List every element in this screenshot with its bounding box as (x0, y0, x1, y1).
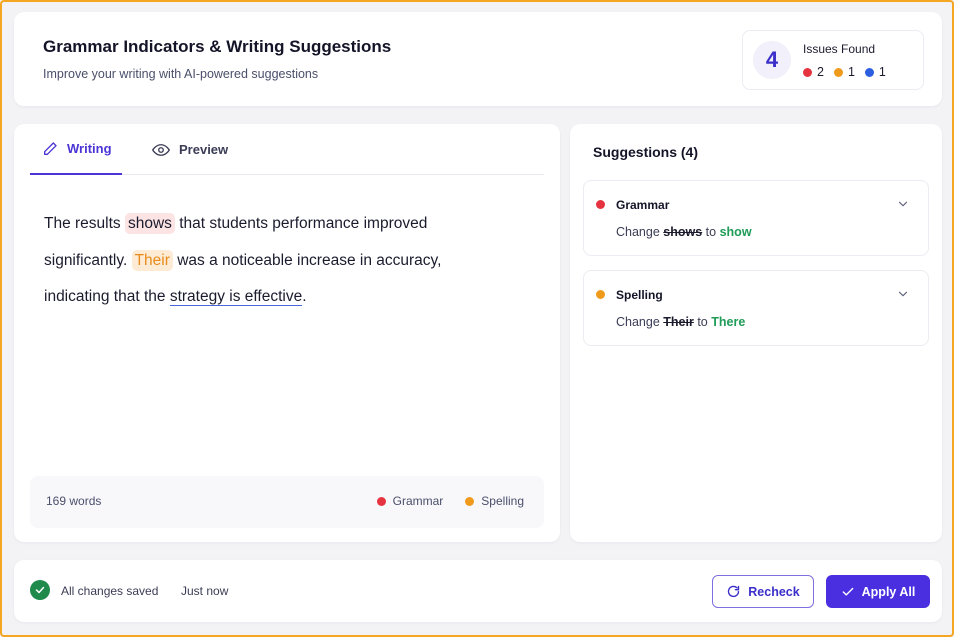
chevron-down-icon[interactable] (896, 197, 910, 211)
recheck-label: Recheck (748, 584, 800, 599)
legend-spelling: Spelling (465, 494, 524, 508)
eye-icon (152, 143, 170, 156)
issues-count: 4 (753, 41, 791, 79)
legend-label: Spelling (481, 494, 524, 508)
text-segment: . (302, 288, 307, 305)
tab-preview-label: Preview (179, 142, 229, 157)
red-dot-icon (376, 496, 386, 506)
old-word: shows (663, 225, 703, 239)
style-suggestion-underline[interactable]: strategy is effective (169, 288, 303, 306)
orange-dot-icon (833, 67, 843, 77)
spelling-error-highlight[interactable]: Their (131, 249, 173, 271)
suggestion-card-spelling[interactable]: Spelling Change Their to There (583, 270, 929, 346)
editor-tabs: Writing Preview (30, 124, 544, 175)
editor-card: Writing Preview The results shows that s… (14, 124, 560, 542)
issue-stat-value: 2 (817, 65, 824, 79)
chevron-down-icon[interactable] (896, 287, 910, 301)
check-circle-icon (30, 580, 50, 600)
issue-stat-value: 1 (847, 65, 855, 79)
suggestion-label: Grammar (616, 198, 670, 212)
legend-label: Grammar (392, 494, 444, 508)
suggestions-panel: Suggestions (4) Grammar Change shows to … (570, 124, 942, 542)
new-word: There (711, 315, 746, 329)
tab-preview[interactable]: Preview (152, 124, 244, 175)
issue-stat-blue: 1 (864, 65, 886, 79)
editor-text[interactable]: The results shows that students performa… (44, 206, 484, 316)
legend-grammar: Grammar (376, 494, 444, 508)
blue-dot-icon (864, 67, 874, 77)
tab-writing[interactable]: Writing (30, 124, 122, 175)
app-frame: Grammar Indicators & Writing Suggestions… (0, 0, 954, 637)
red-dot-icon (803, 67, 812, 77)
issue-stat-orange: 1 (833, 65, 855, 79)
suggestions-title: Suggestions (4) (593, 144, 699, 160)
apply-all-button[interactable]: Apply All (826, 575, 930, 608)
header-card: Grammar Indicators & Writing Suggestions… (14, 12, 942, 106)
orange-dot-icon (596, 290, 605, 299)
tab-writing-label: Writing (67, 141, 112, 156)
change-prefix: Change (616, 225, 660, 239)
editor-footer: 169 words Grammar Spelling (30, 476, 544, 528)
issues-stats: 2 1 1 (803, 65, 886, 79)
refresh-icon (728, 585, 740, 598)
apply-all-label: Apply All (861, 584, 916, 599)
recheck-button[interactable]: Recheck (712, 575, 814, 608)
save-status: All changes saved (61, 584, 159, 598)
issues-label: Issues Found (803, 42, 876, 56)
check-icon (842, 587, 854, 596)
new-word: show (719, 225, 752, 239)
save-timestamp: Just now (181, 584, 229, 598)
pencil-icon (44, 141, 57, 155)
legend: Grammar Spelling (376, 494, 524, 508)
orange-dot-icon (465, 496, 475, 506)
word-count: 169 words (46, 494, 102, 508)
text-segment: The results (44, 215, 125, 232)
suggestion-label: Spelling (616, 288, 663, 302)
old-word: Their (663, 315, 694, 329)
red-dot-icon (596, 200, 605, 209)
change-to: to (705, 225, 717, 239)
suggestion-change: Change Their to There (616, 315, 745, 329)
change-prefix: Change (616, 315, 660, 329)
suggestion-card-grammar[interactable]: Grammar Change shows to show (583, 180, 929, 256)
suggestion-change: Change shows to show (616, 225, 752, 239)
page-subtitle: Improve your writing with AI-powered sug… (43, 67, 319, 81)
status-bar: All changes saved Just now Recheck Apply… (14, 560, 942, 622)
grammar-error-highlight[interactable]: shows (124, 213, 175, 234)
issue-stat-red: 2 (803, 65, 824, 79)
page-title: Grammar Indicators & Writing Suggestions (43, 37, 392, 56)
change-to: to (697, 315, 708, 329)
issues-summary: 4 Issues Found 2 1 1 (742, 30, 924, 90)
issue-stat-value: 1 (878, 65, 886, 79)
